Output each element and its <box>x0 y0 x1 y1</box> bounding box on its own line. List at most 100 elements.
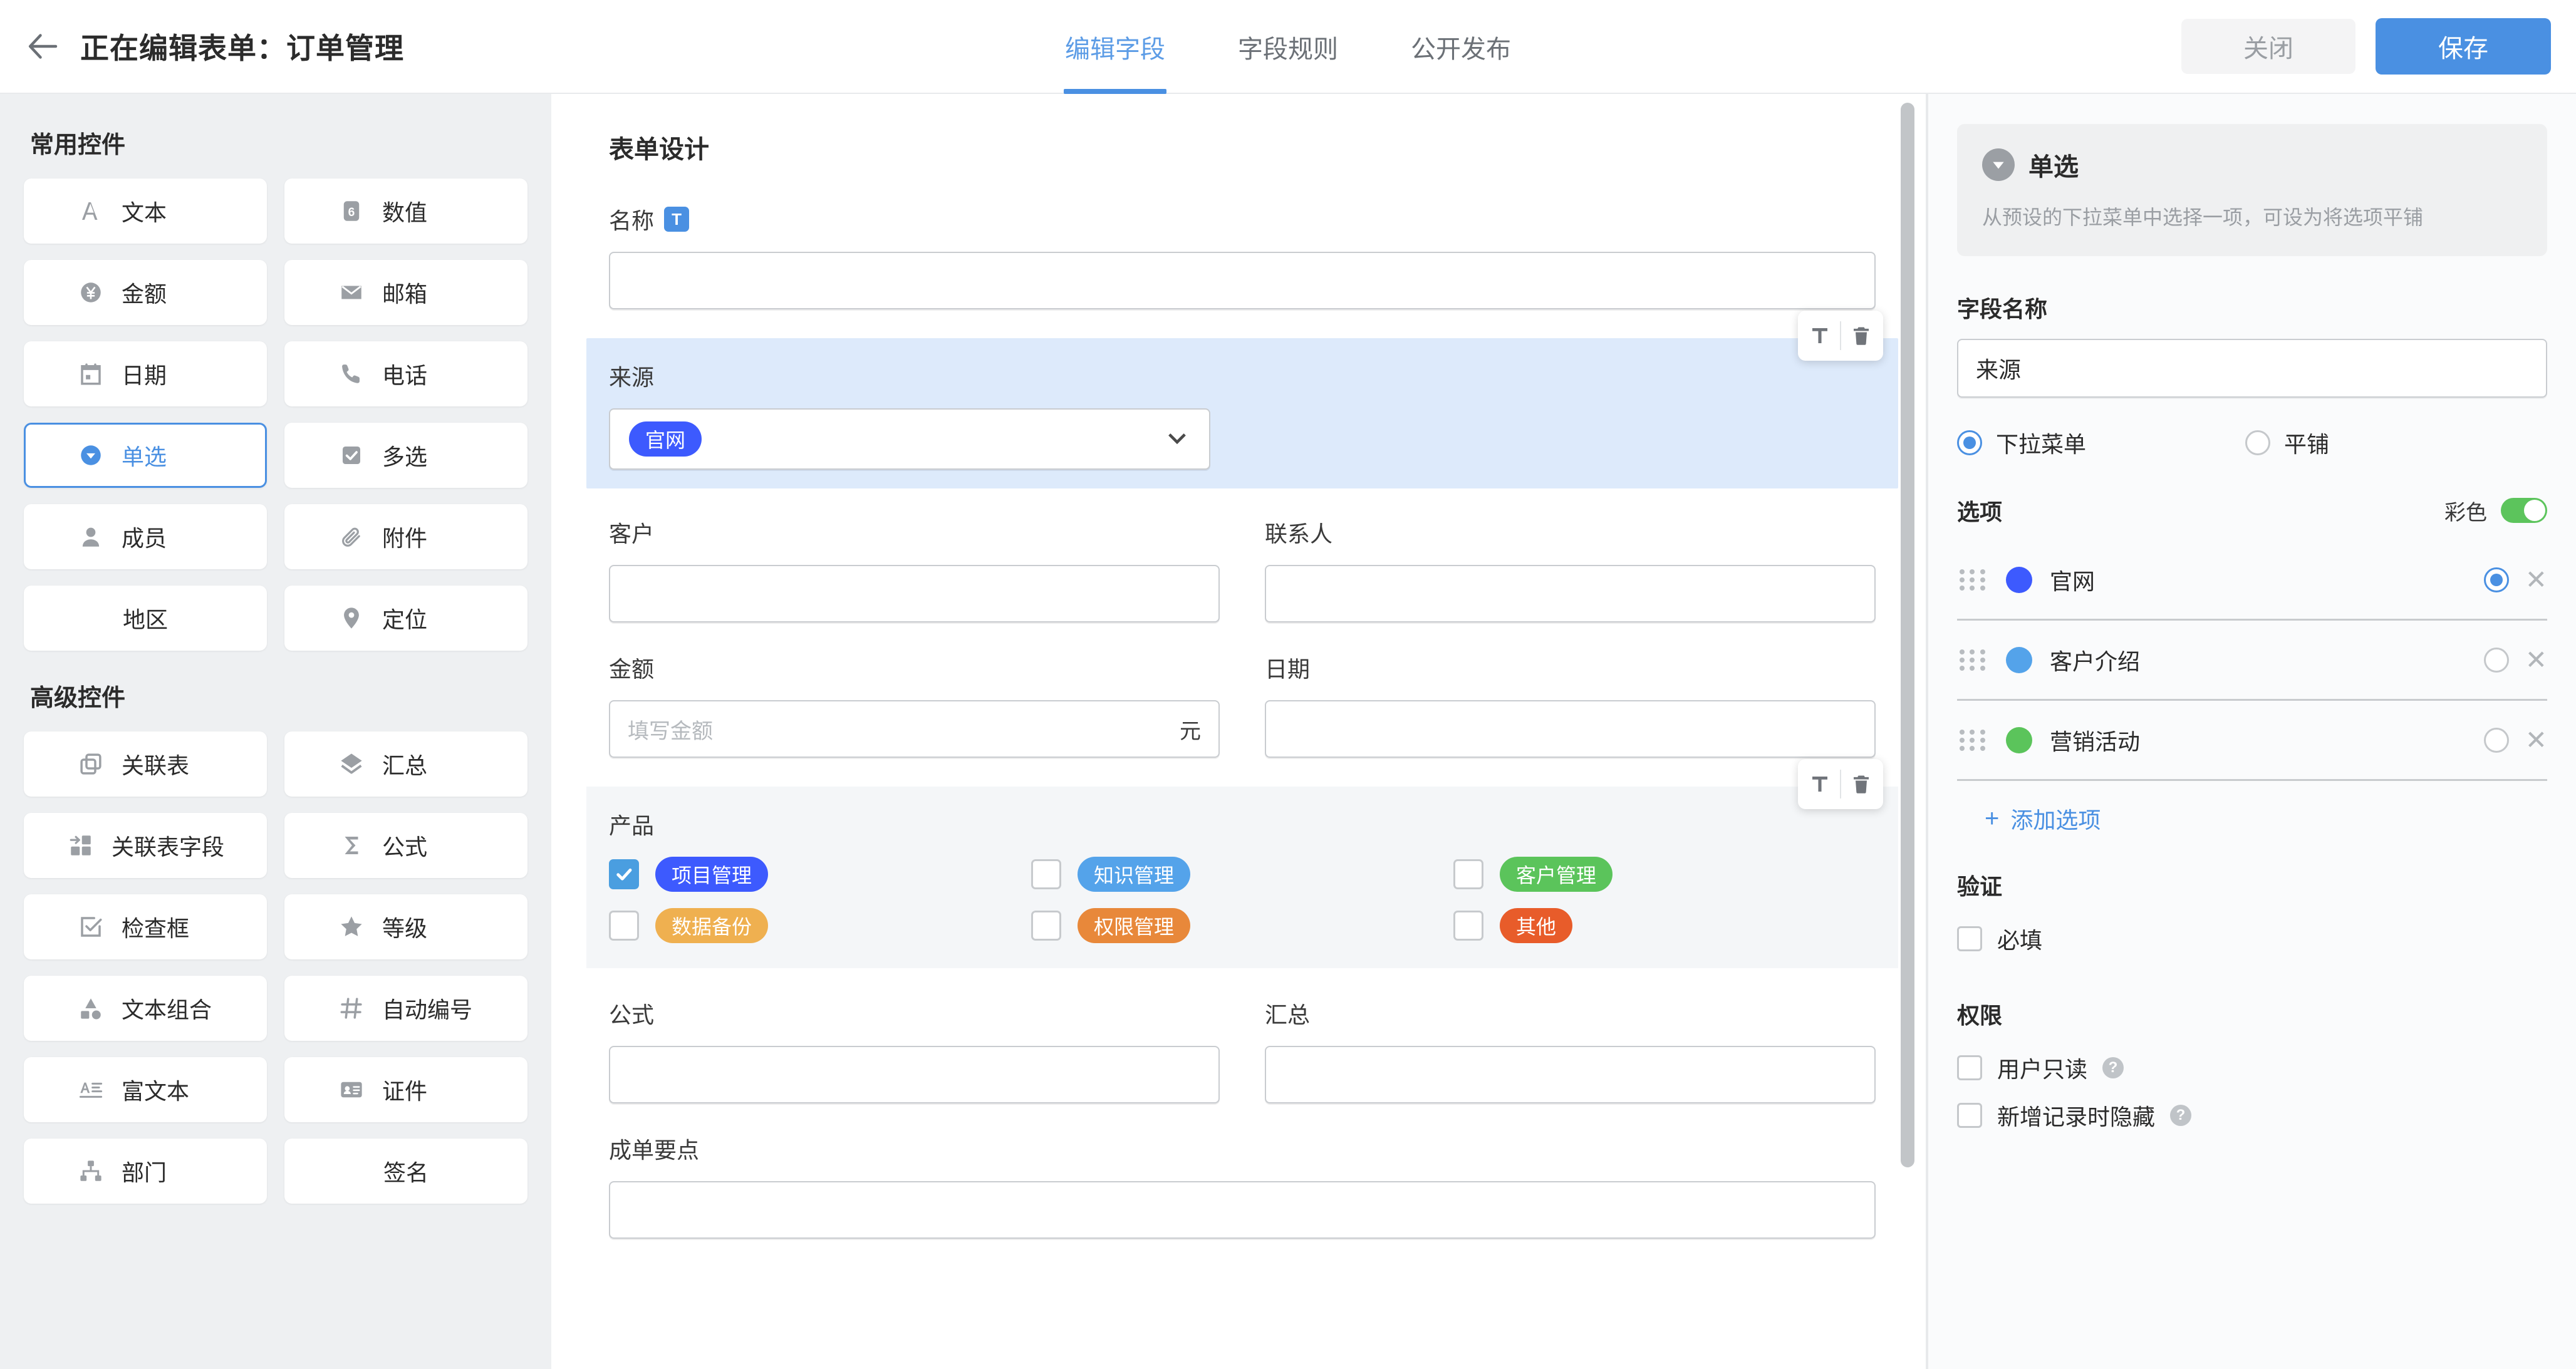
amount-input[interactable]: 填写金额 元 <box>609 700 1220 758</box>
source-select[interactable]: 官网 <box>609 408 1210 470</box>
palette-item-text[interactable]: 文本 <box>24 178 267 244</box>
option-default-radio[interactable] <box>2483 727 2509 753</box>
add-option-button[interactable]: + 添加选项 <box>1957 802 2547 835</box>
palette-item-check-square[interactable]: 检查框 <box>24 894 267 959</box>
palette-item-signature[interactable]: 签名 <box>284 1139 527 1204</box>
tab-field-rules[interactable]: 字段规则 <box>1233 0 1343 94</box>
display-mode-tiled[interactable]: 平铺 <box>2245 426 2329 459</box>
summary-input[interactable] <box>1265 1046 1876 1103</box>
validation-required-row[interactable]: 必填 <box>1957 922 2547 955</box>
field-label-row: 金额 <box>609 651 1220 684</box>
trash-icon[interactable] <box>1841 316 1881 356</box>
palette-item-location[interactable]: 定位 <box>284 586 527 651</box>
checkbox-icon[interactable] <box>1957 1103 1982 1129</box>
option-remove-icon[interactable]: ✕ <box>2525 726 2547 753</box>
palette-item-id-card[interactable]: 证件 <box>284 1057 527 1122</box>
checkbox-icon[interactable] <box>1031 859 1061 889</box>
checkbox-icon[interactable] <box>1957 1055 1982 1081</box>
product-option[interactable]: 项目管理 <box>609 857 1031 892</box>
option-default-radio[interactable] <box>2483 647 2509 673</box>
palette-item-text-combo[interactable]: 文本组合 <box>24 976 267 1041</box>
option-name[interactable]: 官网 <box>2050 564 2095 596</box>
palette-item-phone[interactable]: 电话 <box>284 341 527 406</box>
option-row[interactable]: 营销活动 ✕ <box>1957 701 2547 782</box>
tab-edit-fields[interactable]: 编辑字段 <box>1060 0 1170 94</box>
field-name-input[interactable]: 来源 <box>1957 339 2547 398</box>
product-tag: 其他 <box>1500 908 1573 943</box>
close-button[interactable]: 关闭 <box>2181 19 2355 74</box>
form-field-product[interactable]: 产品 项目管理 知识管理 客户管理 数据备份 权限管理 其他 <box>586 759 1898 968</box>
tab-publish[interactable]: 公开发布 <box>1406 0 1516 94</box>
name-input[interactable] <box>609 252 1876 309</box>
palette-item-number[interactable]: 6 数值 <box>284 178 527 244</box>
drag-handle-icon[interactable] <box>1960 726 1987 754</box>
palette-item-member[interactable]: 成员 <box>24 504 267 569</box>
display-mode-dropdown[interactable]: 下拉菜单 <box>1957 426 2245 459</box>
key-points-input[interactable] <box>609 1181 1876 1239</box>
save-button[interactable]: 保存 <box>2376 18 2551 75</box>
checkbox-icon[interactable] <box>1957 926 1982 952</box>
palette-item-region[interactable]: 地区 <box>24 586 267 651</box>
palette-item-rating[interactable]: 等级 <box>284 894 527 959</box>
option-color-dot[interactable] <box>2006 726 2032 753</box>
customer-input[interactable] <box>609 565 1220 623</box>
product-option[interactable]: 数据备份 <box>609 908 1031 943</box>
palette-item-linked-field[interactable]: 关联表字段 <box>24 813 267 878</box>
permission-readonly-row[interactable]: 用户只读 ? <box>1957 1051 2547 1084</box>
palette-item-linked-table[interactable]: 关联表 <box>24 731 267 797</box>
trash-icon[interactable] <box>1841 764 1881 804</box>
checkbox-icon[interactable] <box>1031 911 1061 941</box>
checkbox-icon[interactable] <box>609 911 639 941</box>
product-option[interactable]: 知识管理 <box>1031 857 1453 892</box>
product-option[interactable]: 客户管理 <box>1453 857 1876 892</box>
option-row[interactable]: 官网 ✕ <box>1957 540 2547 621</box>
option-color-dot[interactable] <box>2006 566 2032 593</box>
text-format-icon[interactable] <box>1800 764 1840 804</box>
checkbox-icon[interactable] <box>1453 911 1483 941</box>
checkbox-checked-icon[interactable] <box>609 859 639 889</box>
option-name[interactable]: 营销活动 <box>2050 724 2140 757</box>
drag-handle-icon[interactable] <box>1960 646 1987 674</box>
palette-item-email[interactable]: 邮箱 <box>284 260 527 325</box>
palette-item-department[interactable]: 部门 <box>24 1139 267 1204</box>
palette-item-attachment[interactable]: 附件 <box>284 504 527 569</box>
palette-item-radio[interactable]: 单选 <box>24 423 267 488</box>
palette-item-currency[interactable]: 金额 <box>24 260 267 325</box>
formula-input[interactable] <box>609 1046 1220 1103</box>
color-toggle-switch[interactable] <box>2501 498 2547 524</box>
widget-palette: 常用控件 文本 6 数值 金额 邮箱 日期 电话 单选 多选 成员 附件 地区 … <box>0 94 551 1369</box>
palette-item-checkbox[interactable]: 多选 <box>284 423 527 488</box>
palette-item-summary[interactable]: 汇总 <box>284 731 527 797</box>
checkbox-icon[interactable] <box>1453 859 1483 889</box>
permission-hide-on-new-row[interactable]: 新增记录时隐藏 ? <box>1957 1099 2547 1132</box>
option-color-dot[interactable] <box>2006 646 2032 673</box>
help-icon[interactable]: ? <box>2170 1105 2192 1127</box>
checkbox-icon <box>337 441 366 470</box>
option-actions: ✕ <box>2483 726 2547 753</box>
option-name[interactable]: 客户介绍 <box>2050 644 2140 676</box>
help-icon[interactable]: ? <box>2102 1057 2124 1079</box>
product-option[interactable]: 权限管理 <box>1031 908 1453 943</box>
drag-handle-icon[interactable] <box>1960 566 1987 594</box>
product-option[interactable]: 其他 <box>1453 908 1876 943</box>
palette-item-label: 成员 <box>122 525 167 551</box>
option-default-radio-selected[interactable] <box>2483 567 2509 592</box>
date-input[interactable] <box>1265 700 1876 758</box>
header-tabs: 编辑字段 字段规则 公开发布 <box>1060 0 1516 94</box>
contact-input[interactable] <box>1265 565 1876 623</box>
option-remove-icon[interactable]: ✕ <box>2525 646 2547 673</box>
option-remove-icon[interactable]: ✕ <box>2525 566 2547 593</box>
product-tag: 项目管理 <box>655 857 769 892</box>
option-row[interactable]: 客户介绍 ✕ <box>1957 621 2547 701</box>
palette-item-auto-number[interactable]: 自动编号 <box>284 976 527 1041</box>
text-format-icon[interactable] <box>1800 316 1840 356</box>
back-button[interactable] <box>23 26 63 66</box>
palette-item-formula[interactable]: 公式 <box>284 813 527 878</box>
palette-item-label: 邮箱 <box>382 281 428 307</box>
palette-item-date[interactable]: 日期 <box>24 341 267 406</box>
form-field-source[interactable]: 来源 官网 <box>586 311 1898 488</box>
palette-item-rich-text[interactable]: 富文本 <box>24 1057 267 1122</box>
summary-icon <box>337 750 366 778</box>
canvas-scrollbar[interactable] <box>1901 103 1914 1167</box>
